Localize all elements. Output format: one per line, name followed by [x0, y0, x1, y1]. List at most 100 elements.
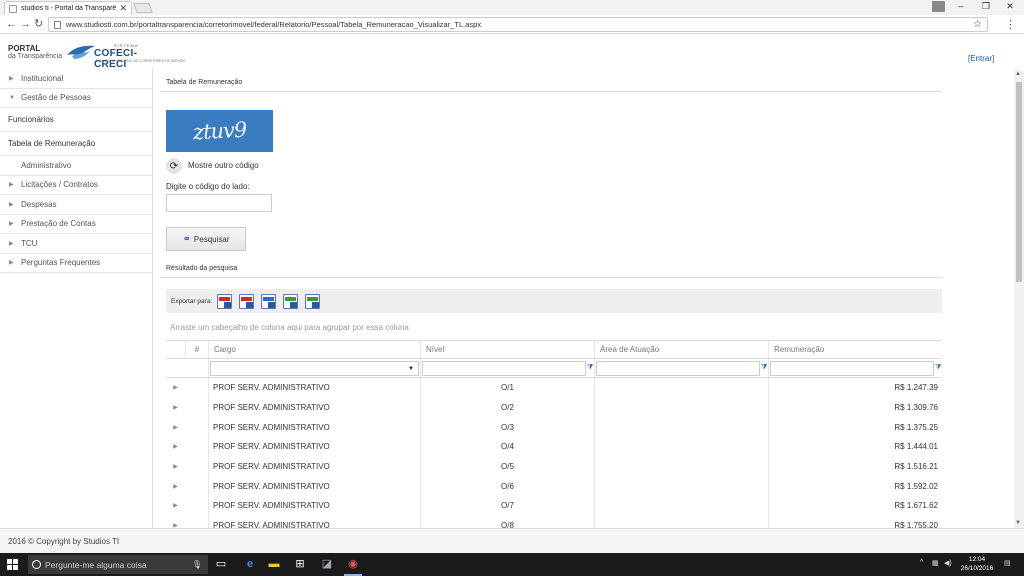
export-xls-icon[interactable]	[239, 293, 255, 309]
row-number-cell	[185, 496, 208, 516]
remuneracao-cell: R$ 1.755.20	[768, 515, 942, 528]
windows-start-icon[interactable]	[7, 559, 18, 570]
cargo-filter-dropdown[interactable]: ▼	[210, 360, 419, 376]
remuneracao-cell: R$ 1.375.25	[768, 417, 942, 438]
close-tab-icon[interactable]: ✕	[119, 3, 127, 14]
table-row[interactable]: ▶ PROF SERV. ADMINISTRATIVO O/7 R$ 1.671…	[166, 496, 942, 516]
network-icon[interactable]: ▦	[932, 559, 939, 567]
chevron-right-icon: ▶	[9, 201, 14, 208]
filter-nivel-cell: ⧩	[420, 359, 594, 377]
sidebar-item-prestacao-de-contas[interactable]: ▶ Prestação de Contas	[0, 215, 152, 234]
browser-menu-icon[interactable]: ⋮	[1005, 18, 1016, 31]
sidebar-item-funcionarios[interactable]: Funcionários	[0, 108, 152, 132]
portal-logo[interactable]: PORTAL da Transparência	[8, 45, 62, 61]
filter-funnel-icon[interactable]: ⧩	[761, 364, 767, 372]
export-rtf-icon[interactable]	[261, 293, 277, 309]
sidebar-item-despesas[interactable]: ▶ Despesas	[0, 195, 152, 215]
nivel-filter-input[interactable]	[422, 360, 586, 376]
chrome-browser-icon[interactable]: ◉	[346, 557, 360, 571]
url-text: www.studiosti.com.br/portaltransparencia…	[66, 20, 482, 29]
refresh-captcha-icon[interactable]: ⟳	[166, 158, 182, 174]
restore-icon[interactable]: ❐	[976, 0, 996, 13]
volume-icon[interactable]: ◀)	[944, 559, 952, 567]
export-pdf-icon[interactable]	[217, 293, 233, 309]
bookmark-star-icon[interactable]: ☆	[973, 19, 982, 30]
copyright-text: 2016 © Copyright by Studios TI	[8, 536, 120, 546]
refresh-captcha-link[interactable]: Mostre outro código	[188, 161, 259, 170]
forward-arrow-icon[interactable]: →	[20, 18, 31, 31]
taskbar-clock[interactable]: 12:04 26/10/2016	[957, 555, 997, 573]
task-view-icon[interactable]: ▭	[214, 557, 228, 571]
table-row[interactable]: ▶ PROF SERV. ADMINISTRATIVO O/4 R$ 1.444…	[166, 437, 942, 457]
filter-funnel-icon[interactable]: ⧩	[587, 364, 593, 372]
login-link[interactable]: [Entrar]	[968, 54, 994, 63]
sidebar-item-administrativo[interactable]: Administrativo	[0, 156, 152, 176]
row-number-cell	[185, 417, 208, 437]
back-arrow-icon[interactable]: ←	[6, 18, 17, 31]
table-row[interactable]: ▶ PROF SERV. ADMINISTRATIVO O/8 R$ 1.755…	[166, 515, 942, 528]
scroll-down-arrow-icon[interactable]: ▼	[1015, 520, 1021, 526]
store-icon[interactable]: ⊞	[293, 557, 307, 571]
search-button[interactable]: ⚭ Pesquisar	[166, 227, 246, 251]
column-header-cargo[interactable]: Cargo	[208, 341, 420, 358]
cortana-search-box[interactable]: Pergunte-me alguma coisa 🎙	[28, 555, 208, 574]
expand-row-icon[interactable]: ▶	[166, 476, 185, 496]
cargo-cell: PROF SERV. ADMINISTRATIVO	[208, 496, 420, 516]
sidebar-item-gestao-de-pessoas[interactable]: ▼ Gestão de Pessoas	[0, 89, 152, 108]
column-header-nivel[interactable]: Nível	[420, 341, 594, 358]
sidebar-item-tcu[interactable]: ▶ TCU	[0, 234, 152, 254]
expand-row-icon[interactable]: ▶	[166, 437, 185, 457]
column-header-number[interactable]: #	[185, 341, 208, 358]
sidebar-item-label: Licitações / Contratos	[21, 180, 98, 190]
export-csv-icon[interactable]	[305, 293, 321, 309]
table-row[interactable]: ▶ PROF SERV. ADMINISTRATIVO O/2 R$ 1.309…	[166, 397, 942, 418]
expand-row-icon[interactable]: ▶	[166, 457, 185, 477]
remuneracao-cell: R$ 1.444.01	[768, 437, 942, 457]
cofeci-logo[interactable]: SISTEMA COFECI-CRECI CONSELHO FEDERAL DE…	[66, 43, 185, 70]
scrollbar-thumb[interactable]	[1016, 82, 1022, 282]
sidebar-item-label: Despesas	[21, 199, 57, 209]
header-expand-cell	[166, 341, 185, 358]
sidebar-item-institucional[interactable]: ▶ Institucional	[0, 69, 152, 89]
page-scrollbar[interactable]: ▲ ▼	[1014, 70, 1024, 528]
export-xlsx-icon[interactable]	[283, 293, 299, 309]
filter-funnel-icon[interactable]: ⧩	[935, 364, 941, 372]
main-content: Tabela de Remuneração ztuv9 ⟳ Mostre out…	[160, 70, 950, 528]
area-filter-input[interactable]	[596, 360, 760, 376]
table-row[interactable]: ▶ PROF SERV. ADMINISTRATIVO O/6 R$ 1.592…	[166, 476, 942, 497]
microphone-icon[interactable]: 🎙	[192, 560, 202, 569]
address-bar[interactable]: www.studiosti.com.br/portaltransparencia…	[48, 17, 988, 32]
close-window-icon[interactable]: ✕	[1000, 0, 1020, 13]
sidebar-item-label: Gestão de Pessoas	[21, 93, 91, 103]
column-header-remuneracao[interactable]: Remuneração	[768, 341, 942, 358]
browser-tab[interactable]: studios ti - Portal da Transparência ✕	[4, 1, 132, 15]
page-info-icon[interactable]	[54, 20, 61, 29]
sidebar-item-licitacoes-contratos[interactable]: ▶ Licitações / Contratos	[0, 176, 152, 195]
chevron-right-icon: ▶	[9, 221, 14, 228]
captcha-code-input[interactable]	[166, 194, 272, 212]
expand-row-icon[interactable]: ▶	[166, 496, 185, 516]
browser-tab-bar: studios ti - Portal da Transparência ✕ –…	[0, 0, 1024, 15]
notifications-icon[interactable]: ▤	[1004, 559, 1011, 567]
column-header-area[interactable]: Área de Atuação	[594, 341, 768, 358]
remuneracao-filter-input[interactable]	[770, 360, 934, 376]
new-tab-button[interactable]	[133, 3, 153, 13]
table-row[interactable]: ▶ PROF SERV. ADMINISTRATIVO O/5 R$ 1.516…	[166, 456, 942, 477]
minimize-icon[interactable]: –	[951, 0, 971, 13]
expand-row-icon[interactable]: ▶	[166, 398, 185, 418]
area-cell	[594, 437, 768, 457]
app-pinned-icon[interactable]: ◪	[320, 557, 334, 571]
user-profile-icon[interactable]	[932, 1, 945, 12]
expand-row-icon[interactable]: ▶	[166, 378, 185, 398]
show-hidden-icons[interactable]: ^	[920, 559, 923, 566]
sidebar-item-perguntas-frequentes[interactable]: ▶ Perguntas Frequentes	[0, 254, 152, 273]
expand-row-icon[interactable]: ▶	[166, 417, 185, 437]
expand-row-icon[interactable]: ▶	[166, 516, 185, 528]
scroll-up-arrow-icon[interactable]: ▲	[1015, 71, 1021, 77]
file-explorer-icon[interactable]: ▬	[267, 557, 281, 571]
table-row[interactable]: ▶ PROF SERV. ADMINISTRATIVO O/1 R$ 1.247…	[166, 378, 942, 398]
table-row[interactable]: ▶ PROF SERV. ADMINISTRATIVO O/3 R$ 1.375…	[166, 417, 942, 438]
sidebar-item-tabela-de-remuneracao[interactable]: Tabela de Remuneração	[0, 132, 152, 156]
edge-browser-icon[interactable]: e	[243, 557, 257, 571]
reload-icon[interactable]: ↻	[34, 18, 43, 31]
